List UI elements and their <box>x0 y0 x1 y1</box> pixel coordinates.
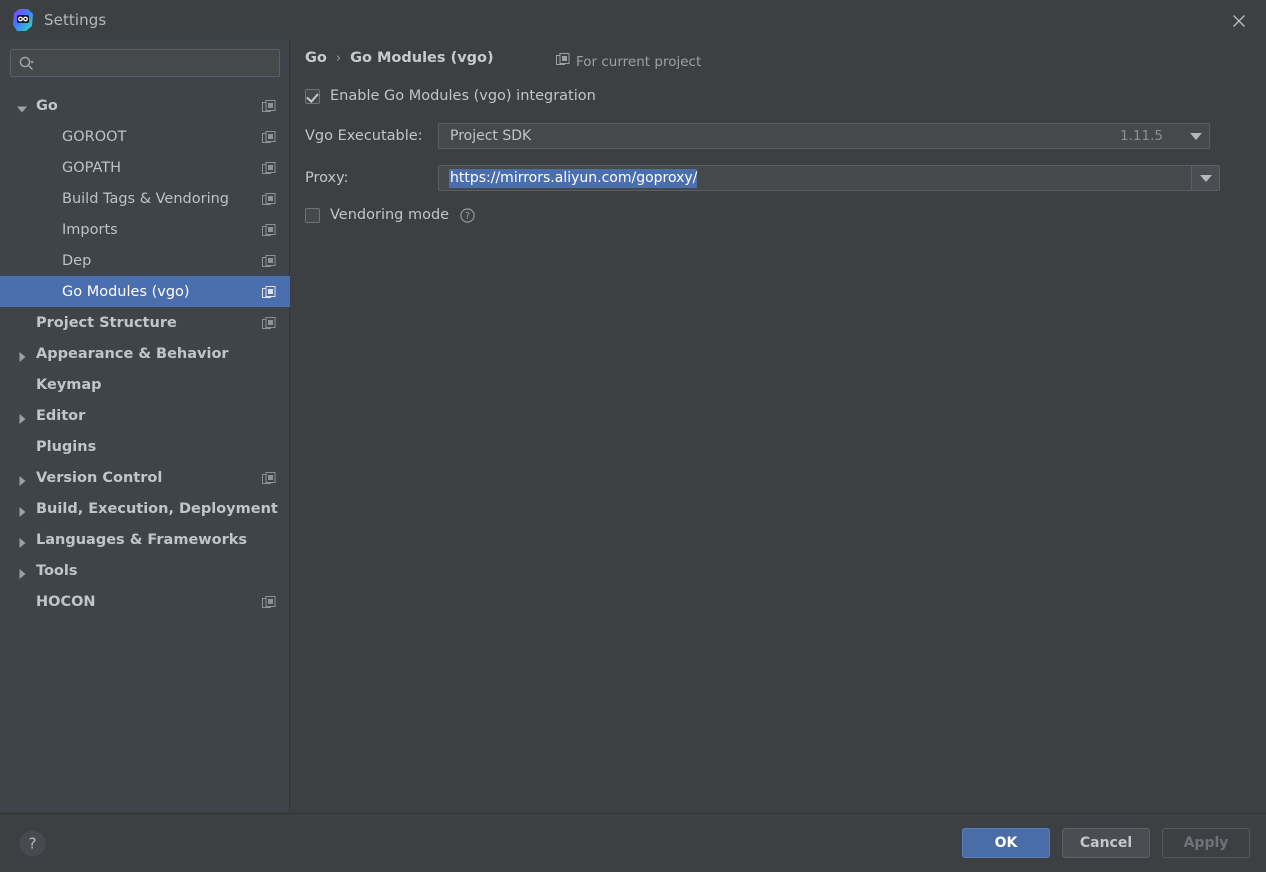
sidebar-item-plugins[interactable]: Plugins <box>0 431 290 462</box>
chevron-right-icon[interactable] <box>16 472 28 486</box>
sidebar-item-gopath[interactable]: GOPATH <box>0 152 290 183</box>
project-scope-icon <box>262 285 276 299</box>
search-input[interactable] <box>35 55 279 71</box>
enable-go-modules-row[interactable]: Enable Go Modules (vgo) integration <box>305 88 596 104</box>
sidebar-item-label: Build, Execution, Deployment <box>36 500 278 517</box>
project-scope-icon <box>262 192 276 206</box>
sidebar-item-tools[interactable]: Tools <box>0 555 290 586</box>
chevron-right-icon[interactable] <box>16 503 28 517</box>
enable-go-modules-label: Enable Go Modules (vgo) integration <box>330 88 596 104</box>
enable-go-modules-checkbox[interactable] <box>305 88 320 104</box>
sidebar-item-version-control[interactable]: Version Control <box>0 462 290 493</box>
settings-tree: Go GOROOT GOPATH Build Tags & Vendoring Impo… <box>0 90 290 617</box>
dialog-buttons: OK Cancel Apply <box>962 828 1250 858</box>
sidebar-item-label: Appearance & Behavior <box>36 345 229 362</box>
cancel-button[interactable]: Cancel <box>1062 828 1150 858</box>
proxy-label: Proxy: <box>305 170 349 186</box>
sidebar-item-appearance-behavior[interactable]: Appearance & Behavior <box>0 338 290 369</box>
breadcrumb-separator: › <box>335 50 342 66</box>
chevron-down-icon <box>1199 174 1212 182</box>
chevron-right-icon[interactable] <box>16 410 28 424</box>
breadcrumb-root[interactable]: Go <box>305 50 327 66</box>
vgo-version-label: 1.11.5 <box>1120 128 1163 144</box>
sidebar-item-label: Go <box>36 97 58 114</box>
ok-button[interactable]: OK <box>962 828 1050 858</box>
proxy-combo[interactable]: https://mirrors.aliyun.com/goproxy/ <box>438 165 1220 191</box>
window-title: Settings <box>44 11 107 29</box>
svg-text:?: ? <box>29 835 37 853</box>
vgo-executable-label: Vgo Executable: <box>305 128 423 144</box>
sidebar-item-label: Project Structure <box>36 314 177 331</box>
sidebar-item-go[interactable]: Go <box>0 90 290 121</box>
sidebar-item-languages-frameworks[interactable]: Languages & Frameworks <box>0 524 290 555</box>
vendoring-mode-label: Vendoring mode <box>330 207 450 223</box>
sidebar-item-label: Go Modules (vgo) <box>62 283 190 300</box>
vendoring-mode-row[interactable]: Vendoring mode ? <box>305 207 475 223</box>
sidebar-item-editor[interactable]: Editor <box>0 400 290 431</box>
sidebar-item-build-tags-vendoring[interactable]: Build Tags & Vendoring <box>0 183 290 214</box>
goland-logo-icon <box>10 7 36 33</box>
chevron-down-icon <box>1189 132 1202 140</box>
project-scope-icon <box>262 471 276 485</box>
close-icon[interactable] <box>1228 10 1250 32</box>
chevron-right-icon[interactable] <box>16 348 28 362</box>
sidebar-item-goroot[interactable]: GOROOT <box>0 121 290 152</box>
sidebar-item-label: HOCON <box>36 593 96 610</box>
sidebar-item-label: Plugins <box>36 438 97 455</box>
svg-text:?: ? <box>465 211 470 222</box>
sidebar-item-hocon[interactable]: HOCON <box>0 586 290 617</box>
project-scope-icon <box>262 223 276 237</box>
sidebar-item-label: Imports <box>62 221 118 238</box>
sidebar-item-imports[interactable]: Imports <box>0 214 290 245</box>
project-scope-icon <box>262 316 276 330</box>
proxy-row: Proxy: https://mirrors.aliyun.com/goprox… <box>305 165 1220 191</box>
breadcrumb: Go › Go Modules (vgo) <box>305 50 494 66</box>
sidebar-item-label: Tools <box>36 562 78 579</box>
help-button[interactable]: ? <box>19 830 46 857</box>
chevron-right-icon[interactable] <box>16 534 28 548</box>
project-scope-icon <box>262 254 276 268</box>
sidebar-item-project-structure[interactable]: Project Structure <box>0 307 290 338</box>
sidebar-item-keymap[interactable]: Keymap <box>0 369 290 400</box>
settings-sidebar: Go GOROOT GOPATH Build Tags & Vendoring Impo… <box>0 40 290 812</box>
proxy-value[interactable]: https://mirrors.aliyun.com/goproxy/ <box>449 168 698 188</box>
vendoring-mode-checkbox[interactable] <box>305 207 320 223</box>
settings-content-panel: Go › Go Modules (vgo) For current projec… <box>291 40 1266 812</box>
dialog-footer: ? OK Cancel Apply <box>0 813 1266 872</box>
chevron-down-icon[interactable] <box>16 100 28 112</box>
breadcrumb-current: Go Modules (vgo) <box>350 50 494 66</box>
vgo-executable-dropdown-arrow[interactable] <box>1182 124 1209 148</box>
title-bar: Settings <box>0 0 1266 40</box>
chevron-right-icon[interactable] <box>16 565 28 579</box>
sidebar-item-label: Build Tags & Vendoring <box>62 190 229 207</box>
sidebar-item-label: Dep <box>62 252 92 269</box>
sidebar-item-label: Editor <box>36 407 86 424</box>
proxy-dropdown-arrow[interactable] <box>1191 166 1219 190</box>
vgo-executable-value: Project SDK <box>450 128 532 144</box>
sidebar-item-go-modules-vgo[interactable]: Go Modules (vgo) <box>0 276 290 307</box>
scope-note-label: For current project <box>576 54 702 70</box>
vendoring-help-icon[interactable]: ? <box>460 207 475 223</box>
sidebar-item-label: GOROOT <box>62 128 127 145</box>
project-scope-icon <box>262 130 276 144</box>
apply-button[interactable]: Apply <box>1162 828 1250 858</box>
search-icon <box>18 55 35 72</box>
project-scope-icon <box>262 161 276 175</box>
sidebar-item-label: Keymap <box>36 376 102 393</box>
scope-note: For current project <box>556 53 701 71</box>
sidebar-item-build-execution-deployment[interactable]: Build, Execution, Deployment <box>0 493 290 524</box>
vgo-executable-combo[interactable]: Project SDK 1.11.5 <box>438 123 1210 149</box>
vgo-executable-row: Vgo Executable: Project SDK 1.11.5 <box>305 123 1210 149</box>
sidebar-item-label: GOPATH <box>62 159 122 176</box>
project-scope-icon <box>262 99 276 113</box>
sidebar-item-label: Version Control <box>36 469 163 486</box>
sidebar-item-dep[interactable]: Dep <box>0 245 290 276</box>
project-scope-icon <box>262 595 276 609</box>
sidebar-item-label: Languages & Frameworks <box>36 531 248 548</box>
search-field[interactable] <box>10 49 280 77</box>
project-scope-icon <box>556 53 570 71</box>
